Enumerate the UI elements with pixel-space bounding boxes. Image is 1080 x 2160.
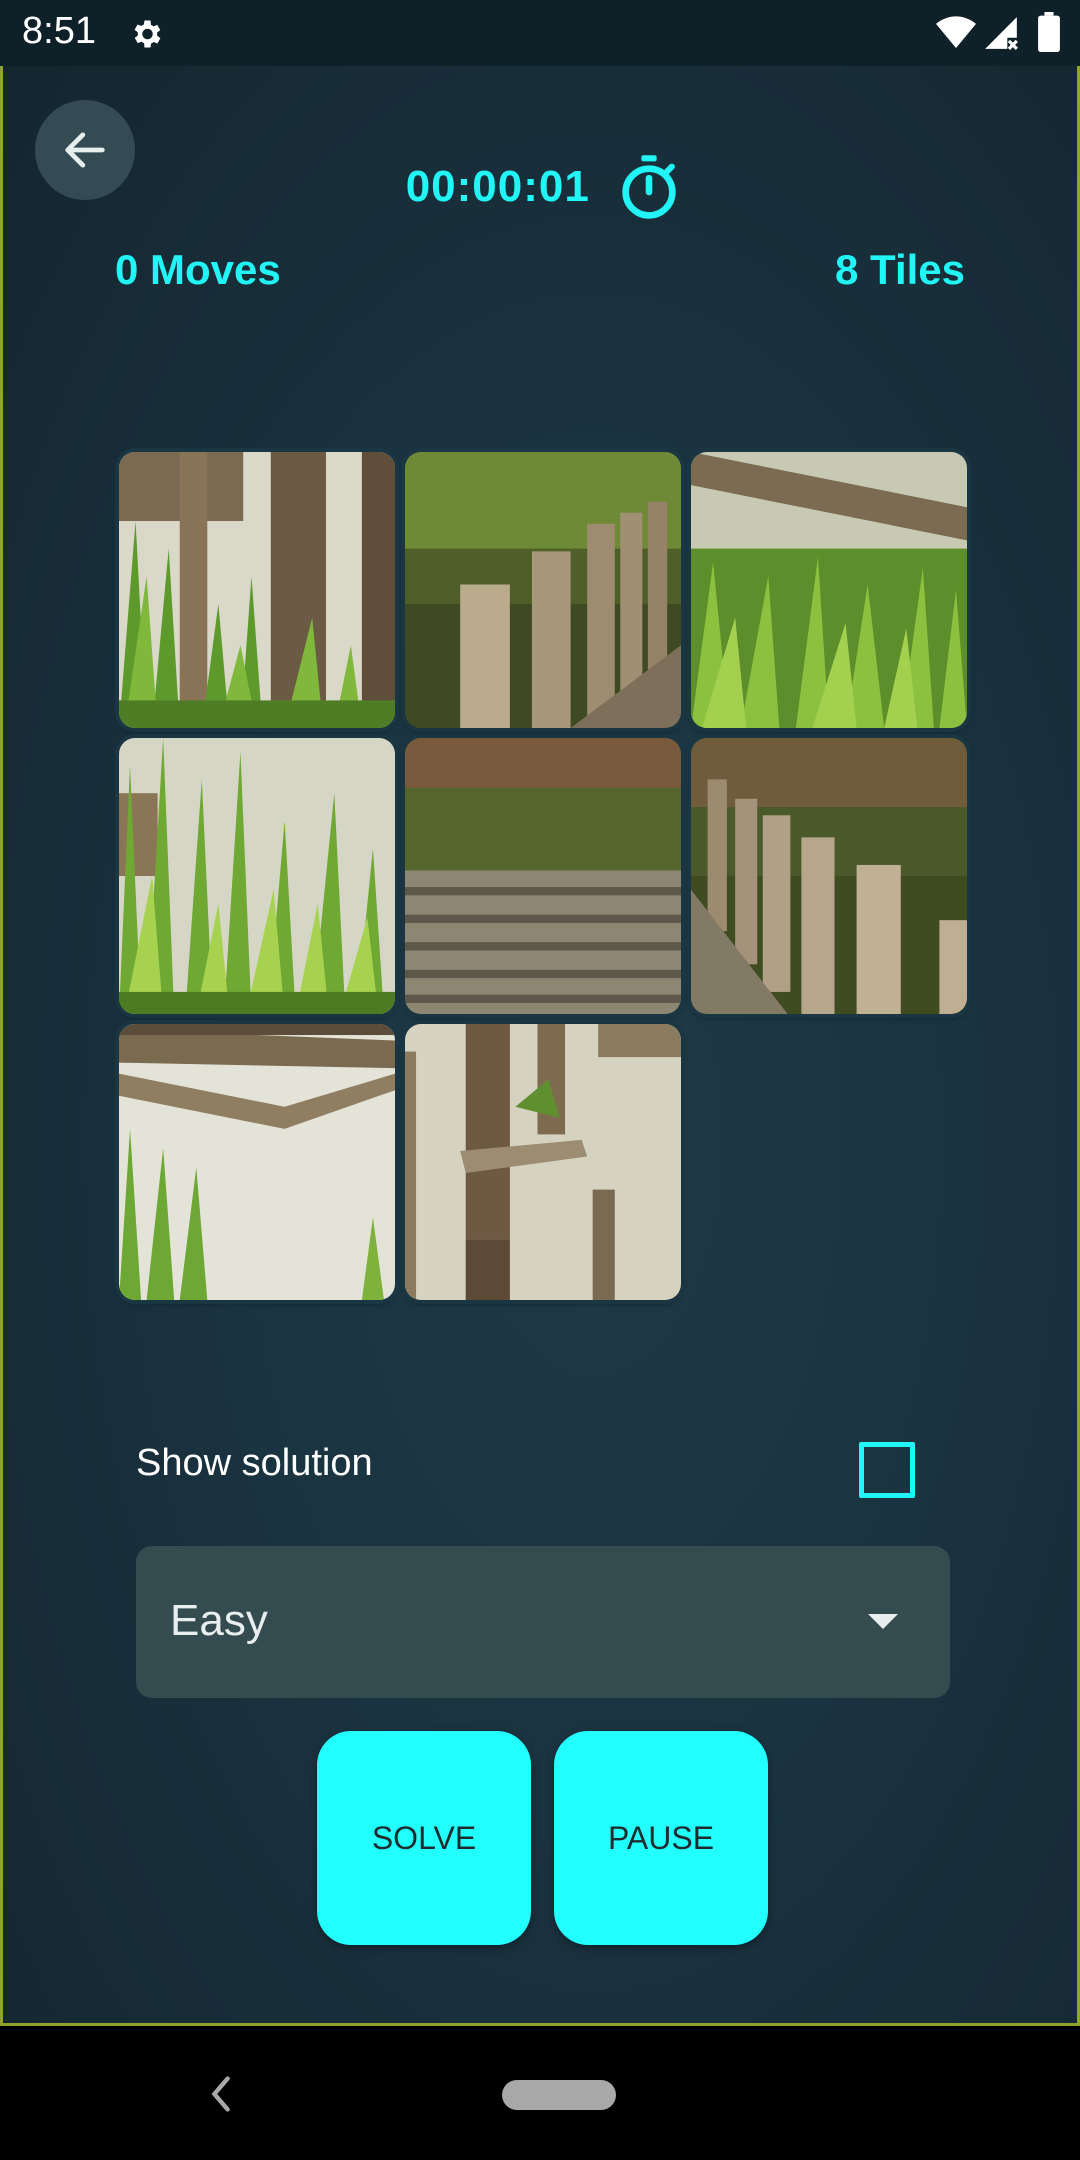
chevron-down-icon	[868, 1614, 898, 1629]
tile-image	[405, 452, 681, 728]
puzzle-board	[115, 448, 971, 1304]
timer-row: 00:00:01	[3, 154, 1080, 220]
difficulty-dropdown[interactable]: Easy	[136, 1546, 950, 1698]
back-nav-icon[interactable]	[204, 2072, 238, 2116]
tile-image	[405, 1024, 681, 1300]
puzzle-tile[interactable]	[691, 452, 967, 728]
difficulty-value: Easy	[170, 1596, 268, 1645]
show-solution-label: Show solution	[136, 1442, 373, 1484]
signal-icon	[985, 17, 1018, 50]
stopwatch-icon	[622, 155, 676, 219]
timer-text: 00:00:01	[405, 162, 590, 211]
puzzle-screen: 00:00:01 0 Moves 8 Tiles Show solution E…	[0, 66, 1080, 2026]
tile-image	[405, 738, 681, 1014]
puzzle-tile[interactable]	[405, 738, 681, 1014]
status-time: 8:51	[22, 10, 96, 52]
gear-icon	[134, 20, 161, 48]
solve-button[interactable]: SOLVE	[317, 1731, 531, 1945]
pause-button[interactable]: PAUSE	[554, 1731, 768, 1945]
tile-image	[119, 452, 395, 728]
tile-image	[119, 1024, 395, 1300]
puzzle-tile[interactable]	[405, 452, 681, 728]
puzzle-tile[interactable]	[119, 738, 395, 1014]
status-bar: 8:51	[0, 0, 1080, 66]
moves-counter: 0 Moves	[115, 246, 281, 293]
tiles-counter: 8 Tiles	[835, 246, 965, 293]
puzzle-tile[interactable]	[119, 1024, 395, 1300]
navigation-bar	[0, 2026, 1080, 2160]
home-pill[interactable]	[502, 2080, 616, 2110]
battery-icon	[1038, 12, 1060, 52]
puzzle-tile[interactable]	[691, 738, 967, 1014]
puzzle-tile[interactable]	[405, 1024, 681, 1300]
puzzle-tile[interactable]	[119, 452, 395, 728]
tile-image	[119, 738, 395, 1014]
show-solution-checkbox[interactable]	[859, 1442, 915, 1498]
tile-image	[691, 738, 967, 1014]
tile-image	[691, 452, 967, 728]
wifi-icon	[936, 16, 976, 48]
